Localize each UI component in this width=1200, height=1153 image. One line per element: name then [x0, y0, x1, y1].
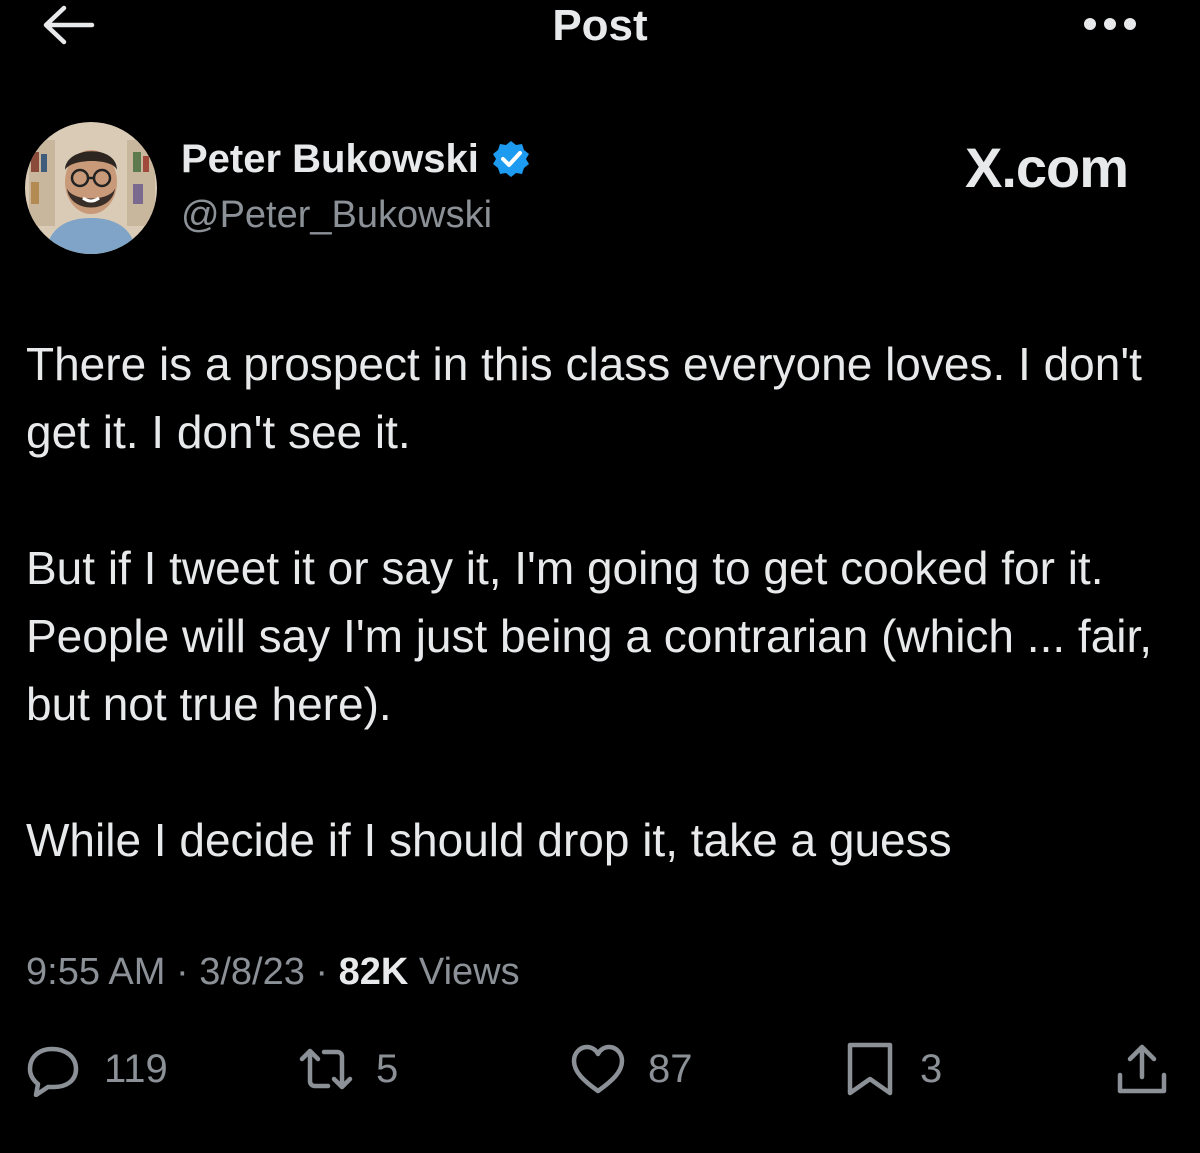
post-date[interactable]: 3/8/23 [199, 951, 305, 993]
post-time[interactable]: 9:55 AM [26, 951, 165, 993]
repost-icon [299, 1048, 353, 1090]
bookmark-count: 3 [920, 1047, 943, 1091]
views-label[interactable]: Views [419, 951, 520, 993]
repost-button[interactable]: 5 [298, 1034, 398, 1104]
repost-count: 5 [376, 1047, 399, 1091]
author-name[interactable]: Peter Bukowski [181, 134, 479, 184]
verified-badge-icon [492, 141, 529, 177]
bookmark-button[interactable]: 3 [842, 1034, 942, 1104]
action-bar: 119 5 87 3 [0, 1034, 1200, 1104]
post-paragraph: While I decide if I should drop it, take… [26, 814, 952, 866]
avatar-image [25, 122, 157, 254]
page-title: Post [552, 1, 648, 50]
meta-separator: · [175, 951, 189, 993]
heart-icon [571, 1044, 625, 1094]
reply-count: 119 [104, 1047, 168, 1091]
views-count[interactable]: 82K [339, 951, 409, 993]
like-count: 87 [648, 1047, 693, 1091]
meta-separator: · [315, 951, 329, 993]
x-com-watermark: X.com [965, 136, 1129, 199]
reply-icon [27, 1046, 79, 1097]
like-button[interactable]: 87 [570, 1034, 693, 1104]
post-meta: 9:55 AM · 3/8/23 · 82K Views [26, 946, 520, 998]
post-paragraph: But if I tweet it or say it, I'm going t… [26, 542, 1165, 730]
post-paragraph: There is a prospect in this class everyo… [26, 338, 1155, 458]
bookmark-icon [847, 1042, 893, 1096]
post-text: There is a prospect in this class everyo… [26, 330, 1176, 942]
top-bar: Post [0, 0, 1200, 60]
reply-button[interactable]: 119 [26, 1034, 168, 1104]
author-name-row[interactable]: Peter Bukowski [181, 134, 531, 184]
avatar[interactable] [25, 122, 157, 254]
author-handle[interactable]: @Peter_Bukowski [181, 192, 492, 238]
more-horizontal-icon[interactable] [1080, 14, 1140, 34]
author-header: Peter Bukowski @Peter_Bukowski X.com [25, 122, 1175, 262]
share-icon [1117, 1044, 1167, 1094]
share-button[interactable] [1114, 1034, 1170, 1104]
